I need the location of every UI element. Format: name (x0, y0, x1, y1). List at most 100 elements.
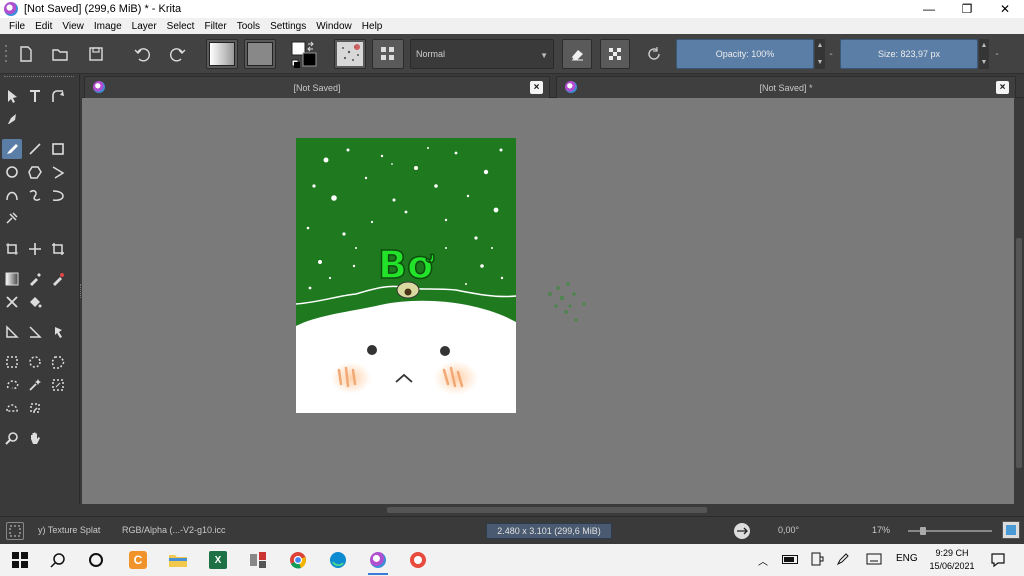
keyboard-icon[interactable] (866, 553, 882, 568)
tablet-mode-icon[interactable] (810, 552, 824, 569)
document-tab-1[interactable]: [Not Saved] × (84, 76, 550, 98)
ellipse-tool-icon[interactable] (2, 162, 22, 182)
polygonal-selection-tool-icon[interactable] (48, 352, 68, 372)
preserve-alpha-icon[interactable] (600, 39, 630, 69)
chrome-icon[interactable] (286, 548, 310, 572)
menu-file[interactable]: File (4, 21, 30, 32)
multibrush-tool-icon[interactable] (2, 208, 22, 228)
bezier-selection-tool-icon[interactable] (2, 398, 22, 418)
excel-icon[interactable]: X (206, 548, 230, 572)
selection-status-icon[interactable] (6, 522, 24, 540)
similar-color-selection-tool-icon[interactable] (48, 375, 68, 395)
freehand-selection-tool-icon[interactable] (2, 375, 22, 395)
polyline-tool-icon[interactable] (48, 162, 68, 182)
eraser-mode-icon[interactable] (562, 39, 592, 69)
windows-start-icon[interactable] (8, 548, 32, 572)
crop-tool-icon[interactable] (2, 239, 22, 259)
horizontal-scrollbar[interactable] (82, 504, 1014, 516)
gradient-preset-icon[interactable] (206, 39, 238, 69)
minimize-button[interactable]: — (910, 0, 948, 18)
canvas-area[interactable]: Bơ (82, 98, 1014, 504)
zoom-slider[interactable] (908, 527, 992, 535)
gradient-tool-icon[interactable] (2, 269, 22, 289)
magnetic-selection-tool-icon[interactable] (25, 398, 45, 418)
dynamic-brush-tool-icon[interactable] (48, 185, 68, 205)
elliptical-selection-tool-icon[interactable] (25, 352, 45, 372)
opacity-spinner[interactable]: ▲ ▼ (815, 39, 825, 69)
contiguous-selection-tool-icon[interactable] (25, 375, 45, 395)
new-document-icon[interactable] (12, 39, 40, 69)
fill-tool-icon[interactable] (25, 292, 45, 312)
taskbar-app-orange-icon[interactable]: C (126, 548, 150, 572)
transform-tool-icon[interactable] (48, 239, 68, 259)
vertical-scrollbar[interactable] (1014, 98, 1024, 504)
image-dimensions-label[interactable]: 2.480 x 3.101 (299,6 MiB) (486, 523, 612, 539)
menu-help[interactable]: Help (357, 21, 388, 32)
edit-shapes-tool-icon[interactable] (48, 86, 68, 106)
reload-preset-icon[interactable] (640, 39, 668, 69)
notification-icon[interactable] (990, 552, 1006, 571)
rectangle-tool-icon[interactable] (48, 139, 68, 159)
rotation-icon[interactable] (734, 523, 750, 539)
pattern-preset-icon[interactable] (244, 39, 276, 69)
line-tool-icon[interactable] (25, 139, 45, 159)
polygon-tool-icon[interactable] (25, 162, 45, 182)
menu-window[interactable]: Window (311, 21, 357, 32)
zoom-slider-handle[interactable] (920, 527, 926, 535)
open-folder-icon[interactable] (46, 39, 74, 69)
measure-tool-icon[interactable] (25, 322, 45, 342)
pan-tool-icon[interactable] (25, 428, 45, 448)
task-view-icon[interactable] (84, 548, 108, 572)
opacity-slider[interactable]: Opacity: 100% (676, 39, 814, 69)
file-explorer-icon[interactable] (166, 548, 190, 572)
freehand-path-tool-icon[interactable] (25, 185, 45, 205)
zoom-value[interactable]: 17% (872, 525, 890, 535)
freehand-brush-tool-icon[interactable] (2, 139, 22, 159)
reference-images-tool-icon[interactable] (48, 322, 68, 342)
assistant-tool-icon[interactable] (2, 322, 22, 342)
show-hidden-icons-chevron-icon[interactable]: ︿ (758, 553, 768, 568)
color-picker-tool-icon[interactable] (25, 269, 45, 289)
move-tool-icon[interactable] (25, 239, 45, 259)
brush-size-slider[interactable]: Size: 823,97 px (840, 39, 978, 69)
menu-layer[interactable]: Layer (127, 21, 162, 32)
undo-icon[interactable] (128, 39, 156, 69)
battery-icon[interactable] (782, 555, 798, 564)
menu-image[interactable]: Image (89, 21, 127, 32)
toolbox-grip[interactable] (4, 76, 74, 77)
menu-filter[interactable]: Filter (199, 21, 231, 32)
canvas-only-toggle-icon[interactable] (1002, 521, 1020, 539)
taskbar-app-red-icon[interactable] (406, 548, 430, 572)
text-tool-icon[interactable] (25, 86, 45, 106)
rotation-value[interactable]: 0,00° (778, 525, 799, 535)
close-window-button[interactable]: ✕ (986, 0, 1024, 18)
taskbar-app-icon[interactable] (246, 548, 270, 572)
select-shapes-tool-icon[interactable] (2, 86, 22, 106)
search-icon[interactable] (46, 548, 70, 572)
edge-icon[interactable] (326, 548, 350, 572)
close-tab-icon[interactable]: × (530, 81, 543, 94)
zoom-tool-icon[interactable] (2, 428, 22, 448)
size-spinner[interactable]: ▲ ▼ (979, 39, 989, 69)
color-profile-label[interactable]: RGB/Alpha (...-V2-g10.icc (122, 525, 226, 535)
menu-tools[interactable]: Tools (232, 21, 265, 32)
brush-settings-icon[interactable] (372, 39, 404, 69)
close-tab-icon[interactable]: × (996, 81, 1009, 94)
bezier-curve-tool-icon[interactable] (2, 185, 22, 205)
pen-icon[interactable] (836, 552, 850, 569)
system-clock[interactable]: 9:29 CH 15/06/2021 (924, 547, 980, 573)
document-tab-2[interactable]: [Not Saved] * × (556, 76, 1016, 98)
language-indicator[interactable]: ENG (896, 553, 918, 564)
save-icon[interactable] (82, 39, 110, 69)
menu-select[interactable]: Select (162, 21, 200, 32)
redo-icon[interactable] (164, 39, 192, 69)
foreground-background-color-icon[interactable] (288, 39, 322, 69)
smart-patch-tool-icon[interactable] (48, 269, 68, 289)
calligraphy-tool-icon[interactable] (2, 109, 22, 129)
menu-settings[interactable]: Settings (265, 21, 311, 32)
restore-button[interactable]: ❐ (948, 0, 986, 18)
menu-edit[interactable]: Edit (30, 21, 57, 32)
rectangular-selection-tool-icon[interactable] (2, 352, 22, 372)
blend-mode-select[interactable]: Normal ▼ (410, 39, 554, 69)
brush-preset-icon[interactable] (334, 39, 366, 69)
